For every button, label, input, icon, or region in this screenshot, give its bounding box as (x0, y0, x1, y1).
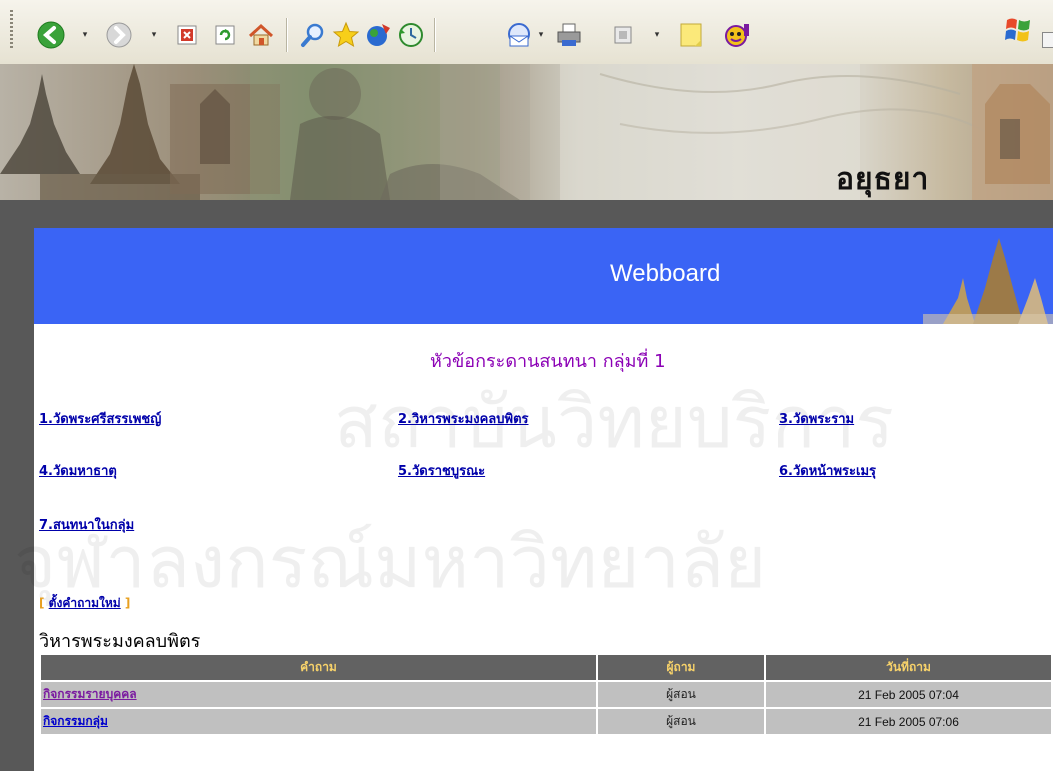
page-title: Webboard (610, 260, 721, 287)
star-icon (332, 21, 360, 48)
topic-link-3[interactable]: 3.วัดพระราม (779, 408, 854, 429)
search-icon (301, 23, 324, 47)
webboard-header: Webboard (34, 228, 1053, 324)
history-icon (399, 23, 423, 47)
media-icon (367, 24, 390, 46)
topic-link-2[interactable]: 2.วิหารพระมงคลบพิตร (398, 408, 529, 429)
column-header-asker[interactable]: ผู้ถาม (598, 655, 764, 680)
messenger-icon (725, 24, 749, 47)
refresh-icon (215, 25, 235, 45)
forward-arrow-icon (106, 22, 132, 48)
pagoda-silhouette-icon (923, 238, 1053, 324)
page-frame-top (0, 200, 1053, 228)
refresh-button[interactable] (210, 20, 240, 50)
section-title: วิหารพระมงคลบพิตร (39, 631, 201, 652)
asker-cell: ผู้สอน (598, 709, 764, 734)
threads-table: คำถาม ผู้ถาม วันที่ถาม กิจกรรมรายบุคคล ผ… (39, 653, 1053, 736)
search-button[interactable] (298, 20, 328, 50)
table-row: กิจกรรมกลุ่ม ผู้สอน 21 Feb 2005 07:06 (41, 709, 1051, 734)
media-button[interactable] (364, 20, 394, 50)
topic-link-6[interactable]: 6.วัดหน้าพระเมรุ (779, 460, 876, 481)
column-header-question[interactable]: คำถาม (41, 655, 596, 680)
messenger-button[interactable] (722, 20, 752, 50)
stop-icon (177, 25, 197, 45)
toolbar-grip[interactable] (10, 10, 13, 50)
banner-title: อยุธยา (836, 162, 930, 197)
edit-button[interactable] (608, 20, 638, 50)
toolbar-separator (286, 18, 287, 52)
main-content: สถาบันวิทยบริการ จุฬาลงกรณ์มหาวิทยาลัย ห… (14, 324, 1053, 771)
note-icon (680, 23, 702, 47)
column-header-date[interactable]: วันที่ถาม (766, 655, 1051, 680)
question-link[interactable]: กิจกรรมกลุ่ม (43, 714, 108, 728)
new-question-link[interactable]: ตั้งคำถามใหม่ (49, 596, 121, 610)
stop-button[interactable] (172, 20, 202, 50)
forward-button[interactable] (104, 20, 134, 50)
mail-icon (508, 23, 530, 47)
discuss-button[interactable] (676, 20, 706, 50)
question-cell: กิจกรรมกลุ่ม (41, 709, 596, 734)
question-cell: กิจกรรมรายบุคคล (41, 682, 596, 707)
new-question-control: [ ตั้งคำถามใหม่ ] (39, 594, 130, 613)
edit-dropdown-icon[interactable]: ▾ (653, 31, 661, 40)
mail-button[interactable] (504, 20, 534, 50)
bracket-open: [ (39, 596, 45, 610)
home-button[interactable] (246, 20, 276, 50)
print-button[interactable] (554, 20, 584, 50)
windows-logo-icon (1005, 14, 1033, 46)
question-link[interactable]: กิจกรรมรายบุคคล (43, 687, 137, 701)
window-edge (1042, 32, 1053, 48)
history-button[interactable] (396, 20, 426, 50)
board-heading: หัวข้อกระดานสนทนา กลุ่มที่ 1 (430, 351, 666, 372)
back-arrow-icon (37, 21, 65, 49)
ayutthaya-banner: อยุธยา (0, 64, 1053, 200)
back-dropdown-icon[interactable]: ▾ (81, 31, 89, 40)
topic-link-4[interactable]: 4.วัดมหาธาตุ (39, 460, 117, 481)
edit-icon (614, 26, 632, 44)
topic-link-5[interactable]: 5.วัดราชบูรณะ (398, 460, 485, 481)
topic-link-7[interactable]: 7.สนทนาในกลุ่ม (39, 514, 134, 535)
asker-cell: ผู้สอน (598, 682, 764, 707)
toolbar-separator (434, 18, 435, 52)
home-icon (248, 23, 274, 46)
bracket-close: ] (124, 596, 131, 610)
mail-dropdown-icon[interactable]: ▾ (537, 31, 545, 40)
table-header-row: คำถาม ผู้ถาม วันที่ถาม (41, 655, 1051, 680)
printer-icon (557, 23, 581, 46)
forward-dropdown-icon[interactable]: ▾ (150, 31, 158, 40)
back-button[interactable] (36, 20, 66, 50)
browser-toolbar: ▾ ▾ ▾ ▾ (0, 0, 1053, 65)
topic-link-1[interactable]: 1.วัดพระศรีสรรเพชญ์ (39, 408, 161, 429)
date-cell: 21 Feb 2005 07:04 (766, 682, 1051, 707)
date-cell: 21 Feb 2005 07:06 (766, 709, 1051, 734)
table-row: กิจกรรมรายบุคคล ผู้สอน 21 Feb 2005 07:04 (41, 682, 1051, 707)
page-frame-left (0, 228, 34, 771)
favorites-button[interactable] (331, 20, 361, 50)
